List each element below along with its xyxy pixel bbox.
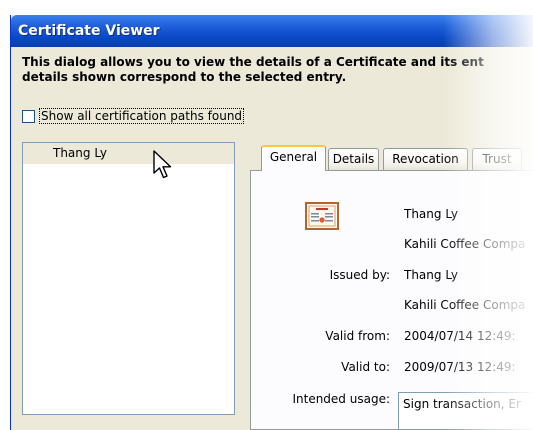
tab-revocation[interactable]: Revocation (383, 148, 468, 170)
valid-to-label: Valid to: (341, 360, 390, 374)
tree-item-selected[interactable]: Thang Ly (23, 143, 234, 164)
show-all-paths-option[interactable]: Show all certification paths found (22, 108, 245, 124)
issuer-name: Thang Ly (404, 268, 459, 282)
intended-usage-value: Sign transaction, Er (403, 397, 521, 411)
intended-usage-label: Intended usage: (292, 392, 390, 406)
show-all-paths-label[interactable]: Show all certification paths found (39, 108, 245, 124)
valid-to-value: 2009/07/13 12:49: (404, 360, 516, 374)
show-all-paths-checkbox[interactable] (22, 109, 35, 123)
dialog-description: This dialog allows you to view the detai… (22, 55, 484, 85)
certificate-icon (305, 202, 339, 230)
tab-trust[interactable]: Trust (472, 148, 522, 170)
valid-from-label: Valid from: (325, 329, 390, 343)
intended-usage-field[interactable]: Sign transaction, Er (398, 392, 533, 430)
tab-details[interactable]: Details (328, 148, 379, 170)
description-line-1: This dialog allows you to view the detai… (22, 55, 484, 69)
subject-organization: Kahili Coffee Compa (404, 237, 526, 251)
window-title: Certificate Viewer (18, 23, 160, 39)
issuer-organization: Kahili Coffee Compa (404, 298, 526, 312)
mouse-pointer-icon (153, 150, 172, 179)
valid-from-value: 2004/07/14 12:49: (404, 329, 516, 343)
tab-general[interactable]: General (261, 145, 326, 171)
certificate-path-tree[interactable]: Thang Ly (22, 142, 235, 415)
issued-by-label: Issued by: (329, 268, 390, 282)
description-line-2: details shown correspond to the selected… (22, 70, 347, 84)
subject-name: Thang Ly (404, 207, 459, 221)
